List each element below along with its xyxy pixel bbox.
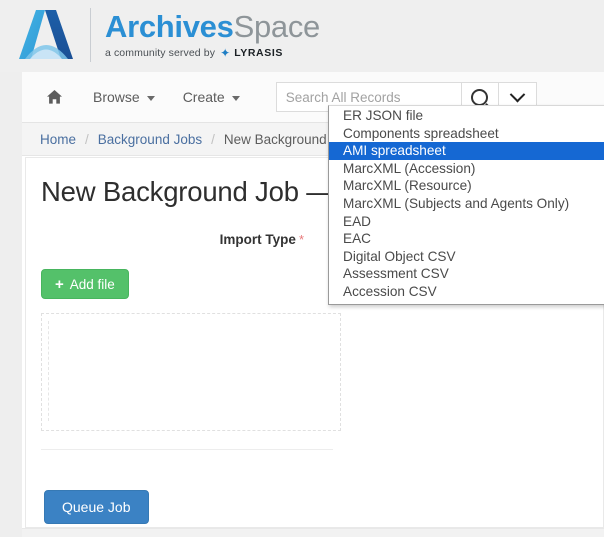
wordmark-archives: Archives (105, 9, 234, 44)
add-file-label: Add file (70, 277, 115, 292)
nav-create-label: Create (183, 89, 225, 105)
brand-lockup: ArchivesSpace a community served by ✦ LY… (18, 2, 320, 68)
wordmark-space: Space (234, 9, 320, 44)
import-type-option[interactable]: ER JSON file (329, 107, 604, 125)
archivesspace-a-logo-icon (18, 7, 78, 63)
home-icon (46, 89, 63, 105)
breadcrumb-item-home[interactable]: Home (40, 132, 76, 147)
page-bottom-strip (22, 528, 604, 537)
brand-header: ArchivesSpace a community served by ✦ LY… (0, 0, 604, 72)
import-type-option[interactable]: EAC (329, 230, 604, 248)
chevron-down-icon (147, 96, 155, 101)
breadcrumb-separator: / (211, 132, 215, 147)
add-file-button[interactable]: + Add file (41, 269, 129, 299)
file-dropzone-inner (48, 321, 336, 421)
import-type-option[interactable]: EAD (329, 213, 604, 231)
tagline-prefix: a community served by (105, 47, 215, 59)
nav-home-button[interactable] (32, 72, 79, 122)
queue-job-row: Queue Job (44, 490, 149, 524)
queue-job-button[interactable]: Queue Job (44, 490, 149, 524)
brand-divider (90, 8, 91, 62)
import-type-option[interactable]: Digital Object CSV (329, 248, 604, 266)
import-type-option[interactable]: MarcXML (Accession) (329, 160, 604, 178)
import-type-label: Import Type* (220, 232, 304, 247)
breadcrumb-separator: / (85, 132, 89, 147)
import-type-option[interactable]: Assessment CSV (329, 265, 604, 283)
file-dropzone[interactable] (41, 313, 341, 431)
form-divider (41, 449, 333, 450)
import-type-option[interactable]: AMI spreadsheet (329, 142, 604, 160)
tagline-partner: LYRASIS (234, 47, 283, 59)
chevron-down-icon (509, 86, 525, 102)
import-type-option[interactable]: Accession CSV (329, 283, 604, 301)
lyrasis-mark-icon: ✦ (220, 46, 230, 60)
breadcrumb-item-background-jobs[interactable]: Background Jobs (98, 132, 202, 147)
brand-tagline: a community served by ✦ LYRASIS (105, 46, 320, 60)
required-marker: * (299, 232, 304, 247)
import-type-option[interactable]: MarcXML (Resource) (329, 177, 604, 195)
import-type-option[interactable]: MarcXML (Subjects and Agents Only) (329, 195, 604, 213)
nav-browse-menu[interactable]: Browse (79, 72, 169, 122)
plus-icon: + (55, 277, 64, 292)
chevron-down-icon (232, 96, 240, 101)
search-icon (471, 89, 488, 106)
application-panel: Browse Create Home / Background Jobs / N… (22, 72, 604, 537)
nav-browse-label: Browse (93, 89, 140, 105)
wordmark-text: ArchivesSpace (105, 11, 320, 43)
import-type-option[interactable]: Components spreadsheet (329, 125, 604, 143)
nav-create-menu[interactable]: Create (169, 72, 254, 122)
brand-wordmark: ArchivesSpace a community served by ✦ LY… (105, 11, 320, 60)
import-type-dropdown-list[interactable]: ER JSON fileComponents spreadsheetAMI sp… (328, 105, 604, 305)
import-type-label-text: Import Type (220, 232, 296, 247)
